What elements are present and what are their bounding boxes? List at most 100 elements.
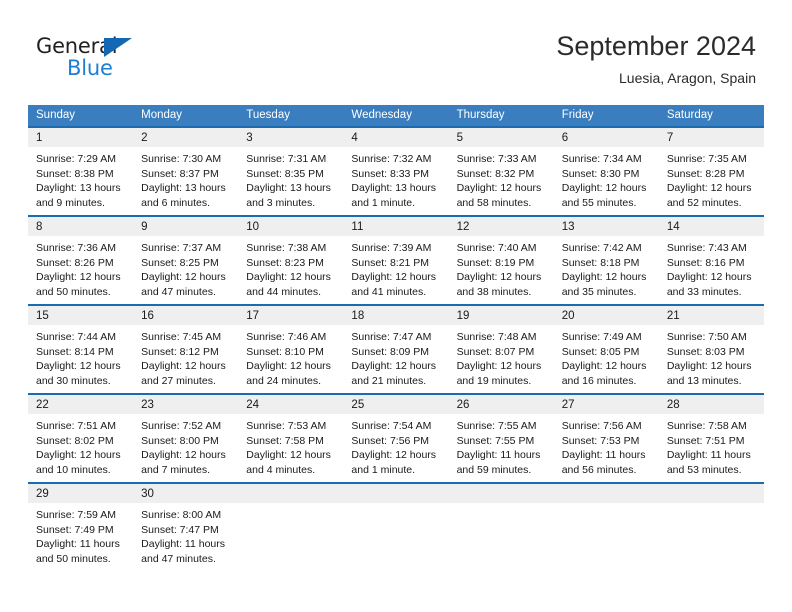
day-number: 26 (456, 399, 470, 411)
sunrise-text: Sunrise: 7:34 AM (561, 153, 642, 165)
day-number-strip: 18 (343, 306, 449, 325)
page-header: General Blue September 2024 Luesia, Arag… (0, 0, 792, 100)
daylight-text-line2: and 55 minutes. (561, 196, 637, 209)
week-row: 29 Sunrise: 7:59 AM Sunset: 7:49 PM Dayl… (28, 482, 764, 571)
sunset-text: Sunset: 7:47 PM (141, 523, 219, 536)
daylight-text-line1: Daylight: 12 hours (36, 271, 121, 283)
sunset-text: Sunset: 7:49 PM (36, 523, 114, 536)
day-cell-empty (448, 484, 554, 571)
daylight-text-line2: and 4 minutes. (246, 463, 316, 476)
day-cell[interactable]: 28 Sunrise: 7:58 AM Sunset: 7:51 PM Dayl… (658, 395, 764, 482)
day-cell[interactable]: 10 Sunrise: 7:38 AM Sunset: 8:23 PM Dayl… (238, 217, 344, 304)
day-number-strip: 13 (553, 217, 659, 236)
day-number-strip: 30 (133, 484, 239, 503)
daylight-text-line1: Daylight: 11 hours (561, 449, 646, 461)
day-number-strip: 26 (448, 395, 554, 414)
day-cell[interactable]: 13 Sunrise: 7:42 AM Sunset: 8:18 PM Dayl… (553, 217, 659, 304)
weekday-header-tuesday: Tuesday (246, 109, 290, 121)
day-cell[interactable]: 21 Sunrise: 7:50 AM Sunset: 8:03 PM Dayl… (658, 306, 764, 393)
day-number: 4 (351, 132, 358, 144)
sunrise-text: Sunrise: 8:00 AM (141, 509, 222, 521)
day-cell[interactable]: 3 Sunrise: 7:31 AM Sunset: 8:35 PM Dayli… (238, 128, 344, 215)
day-cell-empty (343, 484, 449, 571)
day-cell[interactable]: 27 Sunrise: 7:56 AM Sunset: 7:53 PM Dayl… (553, 395, 659, 482)
day-cell[interactable]: 18 Sunrise: 7:47 AM Sunset: 8:09 PM Dayl… (343, 306, 449, 393)
daylight-text-line1: Daylight: 12 hours (561, 182, 647, 194)
day-details: Sunrise: 7:33 AM Sunset: 8:32 PM Dayligh… (449, 147, 554, 210)
day-cell[interactable]: 23 Sunrise: 7:52 AM Sunset: 8:00 PM Dayl… (133, 395, 239, 482)
day-cell[interactable]: 11 Sunrise: 7:39 AM Sunset: 8:21 PM Dayl… (343, 217, 449, 304)
day-details: Sunrise: 7:38 AM Sunset: 8:23 PM Dayligh… (238, 236, 343, 299)
sunrise-text: Sunrise: 7:31 AM (246, 153, 327, 165)
day-number: 3 (246, 132, 253, 144)
day-cell[interactable]: 19 Sunrise: 7:48 AM Sunset: 8:07 PM Dayl… (448, 306, 554, 393)
sunset-text: Sunset: 7:51 PM (666, 434, 745, 447)
general-blue-logo[interactable]: General Blue (36, 34, 156, 82)
sunset-text: Sunset: 8:33 PM (351, 167, 430, 180)
day-cell-empty (553, 484, 659, 571)
day-details (343, 503, 448, 508)
daylight-text-line2: and 1 minute. (351, 196, 416, 209)
daylight-text-line1: Daylight: 11 hours (36, 538, 120, 550)
daylight-text-line1: Daylight: 12 hours (351, 449, 437, 461)
week-row: 1 Sunrise: 7:29 AM Sunset: 8:38 PM Dayli… (28, 126, 764, 215)
day-cell[interactable]: 15 Sunrise: 7:44 AM Sunset: 8:14 PM Dayl… (28, 306, 134, 393)
day-details (554, 503, 659, 508)
day-details (449, 503, 554, 508)
sunset-text: Sunset: 7:56 PM (351, 434, 430, 447)
day-cell[interactable]: 30 Sunrise: 8:00 AM Sunset: 7:47 PM Dayl… (133, 484, 239, 571)
sunset-text: Sunset: 8:05 PM (561, 345, 640, 358)
day-details: Sunrise: 7:52 AM Sunset: 8:00 PM Dayligh… (133, 414, 238, 477)
daylight-text-line2: and 47 minutes. (141, 552, 216, 565)
logo-triangle-icon (104, 38, 132, 57)
sunset-text: Sunset: 7:55 PM (456, 434, 535, 447)
day-details: Sunrise: 7:59 AM Sunset: 7:49 PM Dayligh… (28, 503, 133, 566)
day-cell[interactable]: 4 Sunrise: 7:32 AM Sunset: 8:33 PM Dayli… (343, 128, 449, 215)
day-number: 17 (246, 310, 260, 322)
daylight-text-line2: and 52 minutes. (666, 196, 742, 209)
day-number-strip: 21 (658, 306, 764, 325)
day-details: Sunrise: 7:51 AM Sunset: 8:02 PM Dayligh… (28, 414, 133, 477)
day-number: 9 (141, 221, 148, 233)
daylight-text-line2: and 7 minutes. (141, 463, 211, 476)
sunrise-text: Sunrise: 7:54 AM (351, 420, 432, 432)
day-number: 21 (666, 310, 680, 322)
daylight-text-line1: Daylight: 12 hours (246, 271, 331, 283)
day-cell[interactable]: 5 Sunrise: 7:33 AM Sunset: 8:32 PM Dayli… (448, 128, 554, 215)
day-cell[interactable]: 20 Sunrise: 7:49 AM Sunset: 8:05 PM Dayl… (553, 306, 659, 393)
weekday-header-row: Sunday Monday Tuesday Wednesday Thursday… (28, 105, 764, 126)
day-cell[interactable]: 29 Sunrise: 7:59 AM Sunset: 7:49 PM Dayl… (28, 484, 134, 571)
day-cell[interactable]: 24 Sunrise: 7:53 AM Sunset: 7:58 PM Dayl… (238, 395, 344, 482)
day-cell[interactable]: 8 Sunrise: 7:36 AM Sunset: 8:26 PM Dayli… (28, 217, 134, 304)
weekday-header-friday: Friday (561, 109, 594, 121)
day-cell[interactable]: 14 Sunrise: 7:43 AM Sunset: 8:16 PM Dayl… (658, 217, 764, 304)
sunrise-text: Sunrise: 7:39 AM (351, 242, 432, 254)
day-number: 19 (456, 310, 470, 322)
day-cell[interactable]: 22 Sunrise: 7:51 AM Sunset: 8:02 PM Dayl… (28, 395, 134, 482)
day-details: Sunrise: 7:42 AM Sunset: 8:18 PM Dayligh… (554, 236, 659, 299)
day-number: 1 (36, 132, 43, 144)
day-cell[interactable]: 6 Sunrise: 7:34 AM Sunset: 8:30 PM Dayli… (553, 128, 659, 215)
day-cell[interactable]: 16 Sunrise: 7:45 AM Sunset: 8:12 PM Dayl… (133, 306, 239, 393)
day-number: 16 (141, 310, 154, 322)
day-number-strip: 11 (343, 217, 449, 236)
day-cell[interactable]: 12 Sunrise: 7:40 AM Sunset: 8:19 PM Dayl… (448, 217, 554, 304)
day-cell[interactable]: 9 Sunrise: 7:37 AM Sunset: 8:25 PM Dayli… (133, 217, 239, 304)
day-details: Sunrise: 7:53 AM Sunset: 7:58 PM Dayligh… (238, 414, 343, 477)
day-number-strip: 14 (658, 217, 764, 236)
weekday-header-thursday: Thursday (456, 109, 505, 121)
daylight-text-line2: and 19 minutes. (456, 374, 532, 387)
daylight-text-line1: Daylight: 12 hours (246, 449, 331, 461)
day-cell[interactable]: 7 Sunrise: 7:35 AM Sunset: 8:28 PM Dayli… (658, 128, 764, 215)
daylight-text-line2: and 33 minutes. (666, 285, 742, 298)
week-row: 15 Sunrise: 7:44 AM Sunset: 8:14 PM Dayl… (28, 304, 764, 393)
day-cell[interactable]: 2 Sunrise: 7:30 AM Sunset: 8:37 PM Dayli… (133, 128, 239, 215)
sunset-text: Sunset: 8:10 PM (246, 345, 324, 358)
day-cell[interactable]: 1 Sunrise: 7:29 AM Sunset: 8:38 PM Dayli… (28, 128, 134, 215)
week-row: 22 Sunrise: 7:51 AM Sunset: 8:02 PM Dayl… (28, 393, 764, 482)
sunrise-text: Sunrise: 7:30 AM (141, 153, 222, 165)
day-cell[interactable]: 25 Sunrise: 7:54 AM Sunset: 7:56 PM Dayl… (343, 395, 449, 482)
daylight-text-line2: and 50 minutes. (36, 285, 111, 298)
day-cell[interactable]: 26 Sunrise: 7:55 AM Sunset: 7:55 PM Dayl… (448, 395, 554, 482)
day-cell[interactable]: 17 Sunrise: 7:46 AM Sunset: 8:10 PM Dayl… (238, 306, 344, 393)
